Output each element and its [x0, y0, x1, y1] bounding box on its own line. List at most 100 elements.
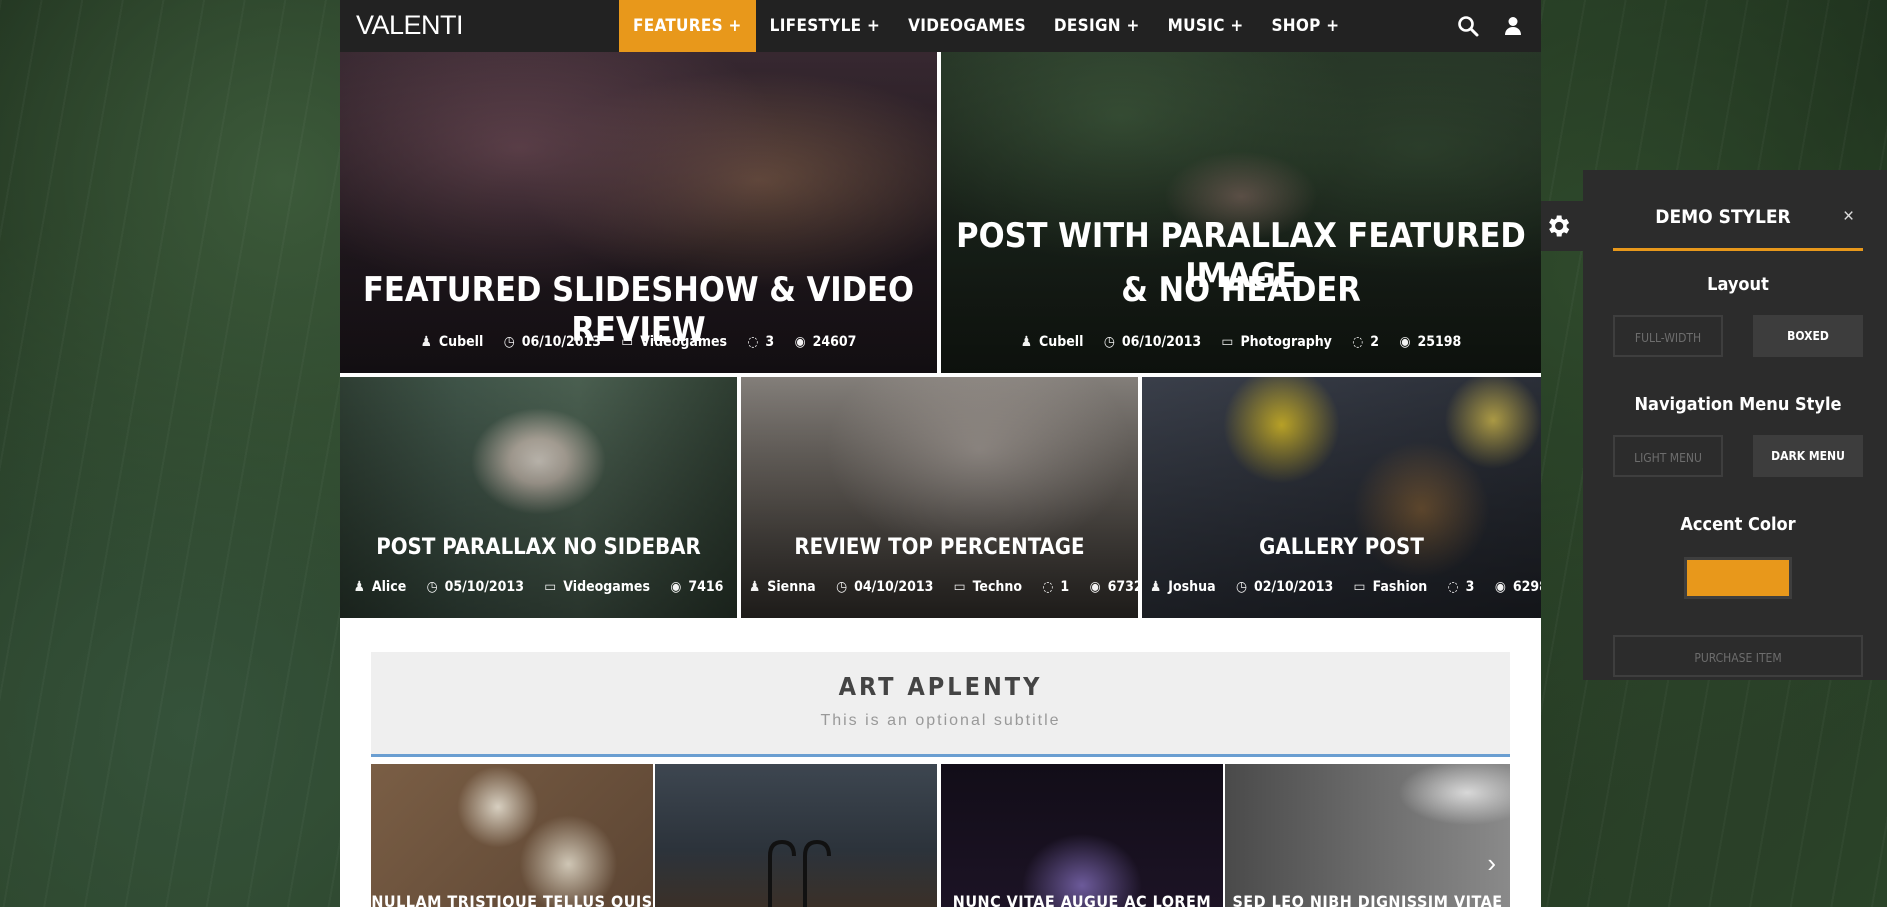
menu-item-music[interactable]: MUSIC +	[1154, 0, 1258, 52]
post-author[interactable]: Sienna	[767, 579, 815, 595]
accent-color-label: Accent Color	[1680, 514, 1796, 535]
menu-item-features[interactable]: FEATURES +	[619, 0, 756, 52]
accent-color-swatch[interactable]	[1684, 557, 1792, 599]
user-icon[interactable]	[1501, 14, 1525, 38]
folder-icon: ▭	[953, 579, 966, 595]
post-date: 06/10/2013	[521, 334, 601, 350]
post-author[interactable]: Cubell	[1039, 334, 1083, 350]
post-date: 06/10/2013	[1121, 334, 1202, 350]
menu-item-videogames[interactable]: VIDEOGAMES	[894, 0, 1040, 52]
folder-icon: ▭	[621, 334, 634, 350]
comment-icon: ◌	[1042, 579, 1054, 595]
hero-image-overlay	[941, 52, 1541, 373]
folder-icon: ▭	[1221, 334, 1234, 350]
close-icon[interactable]: ×	[1843, 206, 1854, 228]
author-icon: ♟	[1020, 334, 1033, 350]
post-comments[interactable]: 2	[1370, 334, 1379, 350]
hero-post-parallax[interactable]: POST WITH PARALLAX FEATURED IMAGE & NO H…	[941, 52, 1541, 373]
post-views: 24607	[812, 334, 857, 350]
post-category[interactable]: Videogames	[563, 579, 650, 595]
post-meta: ♟ Sienna ◷ 04/10/2013 ▭ Techno ◌ 1 ◉ 6732	[741, 579, 1138, 595]
post-date: 04/10/2013	[854, 579, 934, 595]
grid-post-parallax-no-sidebar[interactable]: POST PARALLAX NO SIDEBAR ♟ Alice ◷ 05/10/2…	[340, 377, 737, 618]
styler-divider	[1613, 248, 1863, 251]
card-title[interactable]: NUNC VITAE AUGUE AC LOREM	[941, 892, 1223, 907]
clock-icon: ◷	[836, 579, 848, 595]
post-date: 02/10/2013	[1253, 579, 1334, 595]
eye-icon: ◉	[794, 334, 806, 350]
post-meta: ♟ Cubell ◷ 06/10/2013 ▭ Videogames ◌ 3 ◉ 2460…	[340, 334, 937, 350]
clock-icon: ◷	[1103, 334, 1115, 350]
card-title[interactable]: SED LEO NIBH DIGNISSIM VITAE	[1225, 892, 1510, 907]
light-menu-button[interactable]: LIGHT MENU	[1613, 435, 1723, 477]
author-icon: ♟	[1150, 579, 1162, 595]
hero-post-featured-slideshow[interactable]: FEATURED SLIDESHOW & VIDEO REVIEW ♟ Cubel…	[340, 52, 937, 373]
carousel-card[interactable]: › SED LEO NIBH DIGNISSIM VITAE	[1225, 764, 1510, 907]
folder-icon: ▭	[544, 579, 557, 595]
post-comments[interactable]: 3	[765, 334, 774, 350]
menu-item-shop[interactable]: SHOP +	[1257, 0, 1353, 52]
full-width-button[interactable]: FULL-WIDTH	[1613, 315, 1723, 357]
post-comments[interactable]: 1	[1060, 579, 1069, 595]
post-category[interactable]: Fashion	[1373, 579, 1428, 595]
section-subtitle: This is an optional subtitle	[820, 712, 1061, 729]
styler-title: DEMO STYLER	[1655, 206, 1791, 228]
post-author[interactable]: Joshua	[1168, 579, 1215, 595]
carousel-card[interactable]: NULLAM TRISTIQUE TELLUS QUIS	[371, 764, 653, 907]
post-category[interactable]: Videogames	[640, 334, 727, 350]
post-title[interactable]: GALLERY POST	[1142, 535, 1541, 560]
clock-icon: ◷	[426, 579, 438, 595]
card-title[interactable]: NULLAM TRISTIQUE TELLUS QUIS	[371, 892, 653, 907]
carousel-card[interactable]: NUNC VITAE AUGUE AC LOREM	[941, 764, 1223, 907]
eye-icon: ◉	[670, 579, 682, 595]
demo-styler-panel: DEMO STYLER × Layout FULL-WIDTH BOXED Na…	[1583, 170, 1887, 680]
folder-icon: ▭	[1353, 579, 1366, 595]
ladder-icon	[768, 839, 831, 907]
grid-post-review-top-percentage[interactable]: REVIEW TOP PERCENTAGE ♟ Sienna ◷ 04/10/201…	[741, 377, 1138, 618]
post-meta: ♟ Cubell ◷ 06/10/2013 ▭ Photography ◌ 2 ◉ 251…	[941, 334, 1541, 350]
author-icon: ♟	[420, 334, 432, 350]
comment-icon: ◌	[1447, 579, 1459, 595]
section-header: ART APLENTY This is an optional subtitle	[371, 652, 1510, 757]
eye-icon: ◉	[1089, 579, 1101, 595]
gear-icon	[1549, 215, 1570, 237]
search-icon[interactable]	[1456, 14, 1480, 38]
post-comments[interactable]: 3	[1466, 579, 1475, 595]
clock-icon: ◷	[503, 334, 515, 350]
post-category[interactable]: Photography	[1240, 334, 1331, 350]
post-views: 25198	[1417, 334, 1462, 350]
author-icon: ♟	[749, 579, 761, 595]
boxed-button[interactable]: BOXED	[1753, 315, 1863, 357]
grid-post-gallery[interactable]: GALLERY POST ♟ Joshua ◷ 02/10/2013 ▭ Fashio…	[1142, 377, 1541, 618]
eye-icon: ◉	[1494, 579, 1506, 595]
site-logo[interactable]: VALENTI	[356, 10, 464, 41]
post-title[interactable]: REVIEW TOP PERCENTAGE	[741, 535, 1138, 560]
clock-icon: ◷	[1235, 579, 1247, 595]
carousel-next-arrow[interactable]: ›	[1487, 848, 1496, 879]
post-views: 7416	[688, 579, 724, 595]
post-meta: ♟ Alice ◷ 05/10/2013 ▭ Videogames ◉ 7416	[340, 579, 737, 595]
author-icon: ♟	[353, 579, 365, 595]
post-meta: ♟ Joshua ◷ 02/10/2013 ▭ Fashion ◌ 3 ◉ 6298	[1142, 579, 1541, 595]
main-menu: FEATURES + LIFESTYLE + VIDEOGAMES DESIGN…	[619, 0, 1353, 52]
post-category[interactable]: Techno	[973, 579, 1022, 595]
section-title: ART APLENTY	[838, 672, 1043, 701]
post-date: 05/10/2013	[444, 579, 524, 595]
menu-item-lifestyle[interactable]: LIFESTYLE +	[756, 0, 895, 52]
page-container: VALENTI FEATURES + LIFESTYLE + VIDEOGAME…	[340, 0, 1541, 907]
dark-menu-button[interactable]: DARK MENU	[1753, 435, 1863, 477]
comment-icon: ◌	[747, 334, 759, 350]
nav-style-label: Navigation Menu Style	[1634, 394, 1842, 415]
post-author[interactable]: Cubell	[439, 334, 483, 350]
eye-icon: ◉	[1399, 334, 1411, 350]
post-title[interactable]: POST PARALLAX NO SIDEBAR	[340, 535, 737, 560]
purchase-item-button[interactable]: PURCHASE ITEM	[1613, 635, 1863, 677]
menu-item-design[interactable]: DESIGN +	[1040, 0, 1154, 52]
carousel-card[interactable]	[655, 764, 937, 907]
top-navigation: VALENTI FEATURES + LIFESTYLE + VIDEOGAME…	[340, 0, 1541, 52]
post-views: 6298	[1512, 579, 1541, 595]
post-title-line-2[interactable]: & NO HEADER	[941, 270, 1541, 310]
comment-icon: ◌	[1352, 334, 1364, 350]
post-views: 6732	[1107, 579, 1138, 595]
post-author[interactable]: Alice	[372, 579, 406, 595]
